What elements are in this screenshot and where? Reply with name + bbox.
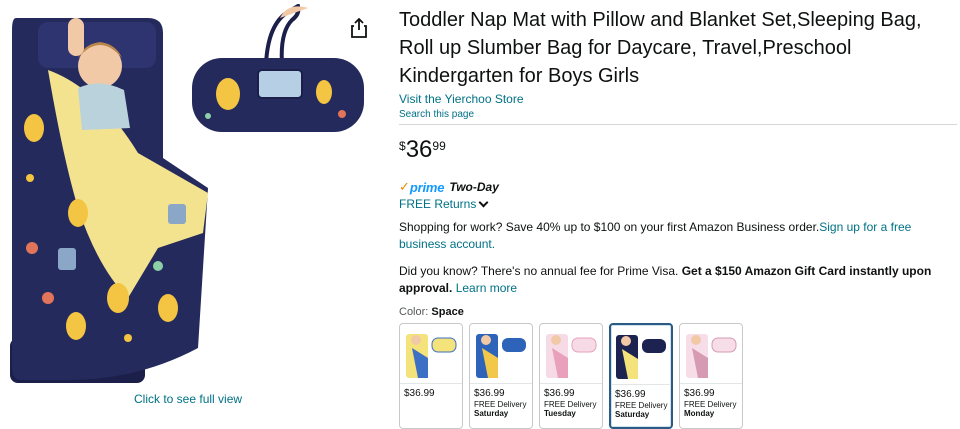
swatch-image <box>680 324 742 384</box>
color-swatches: $36.99 $36.99 FREE Delivery Saturday $36… <box>399 323 959 429</box>
learn-more-link[interactable]: Learn more <box>456 281 517 295</box>
swatch-option[interactable]: $36.99 <box>399 323 463 429</box>
swatch-price: $36.99 <box>404 388 435 399</box>
swatch-image <box>611 325 671 385</box>
price-whole: 36 <box>405 136 433 163</box>
swatch-image <box>400 324 462 384</box>
color-label-text: Color: <box>399 306 429 318</box>
search-page-link[interactable]: Search this page <box>399 109 959 120</box>
swatch-delivery-day: Monday <box>684 409 715 418</box>
swatch-delivery-day: Saturday <box>615 410 650 419</box>
prime-badge: ✓ prime Two-Day <box>399 179 959 195</box>
swatch-mat-image <box>476 333 526 378</box>
swatch-delivery: FREE Delivery <box>615 401 668 410</box>
business-offer: Shopping for work? Save 40% up to $100 o… <box>399 219 959 253</box>
swatch-price: $36.99 <box>615 389 646 400</box>
business-offer-text: Shopping for work? Save 40% up to $100 o… <box>399 220 820 234</box>
prime-check-icon: ✓ <box>399 179 410 194</box>
free-returns-dropdown[interactable]: FREE Returns <box>399 197 499 211</box>
swatch-option[interactable]: $36.99 FREE Delivery Monday <box>679 323 743 429</box>
full-view-link[interactable]: Click to see full view <box>134 392 242 406</box>
swatch-delivery: FREE Delivery <box>544 400 597 409</box>
swatch-delivery-day: Saturday <box>474 409 509 418</box>
price-fraction: 99 <box>432 139 446 153</box>
product-title: Toddler Nap Mat with Pillow and Blanket … <box>399 9 922 87</box>
swatch-option[interactable]: $36.99 FREE Delivery Tuesday <box>539 323 603 429</box>
store-link[interactable]: Visit the Yierchoo Store <box>399 92 959 106</box>
swatch-mat-image <box>686 333 737 378</box>
color-label: Color: Space <box>399 306 959 318</box>
product-details: Toddler Nap Mat with Pillow and Blanket … <box>399 6 959 429</box>
swatch-mat-image <box>406 333 457 378</box>
rolled-bag-image[interactable] <box>188 4 368 134</box>
swatch-price: $36.99 <box>684 388 715 399</box>
price-symbol: $ <box>399 139 406 153</box>
chevron-down-icon <box>478 197 489 207</box>
share-icon[interactable] <box>350 18 368 38</box>
swatch-mat-image <box>546 333 597 378</box>
swatch-delivery: FREE Delivery <box>684 400 737 409</box>
free-returns-label: FREE Returns <box>399 197 477 211</box>
swatch-price: $36.99 <box>544 388 575 399</box>
swatch-option-selected[interactable]: $36.99 FREE Delivery Saturday <box>609 323 673 429</box>
swatch-delivery: FREE Delivery <box>474 400 527 409</box>
divider <box>399 124 957 125</box>
swatch-image <box>470 324 532 384</box>
visa-text: Did you know? There's no annual fee for … <box>399 264 679 278</box>
prime-visa-offer: Did you know? There's no annual fee for … <box>399 263 939 297</box>
swatch-delivery-day: Tuesday <box>544 409 576 418</box>
color-selected-value: Space <box>431 306 464 318</box>
swatch-price: $36.99 <box>474 388 505 399</box>
price: $ 36 99 <box>399 137 959 163</box>
prime-logo: prime <box>409 179 445 195</box>
image-gallery: Click to see full view <box>0 0 390 429</box>
swatch-mat-image <box>616 334 666 379</box>
prime-delivery-type: Two-Day <box>449 180 499 194</box>
swatch-image <box>540 324 602 384</box>
swatch-option[interactable]: $36.99 FREE Delivery Saturday <box>469 323 533 429</box>
